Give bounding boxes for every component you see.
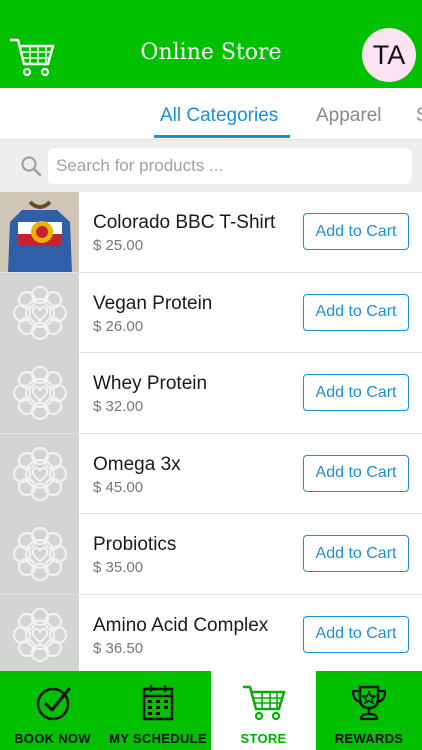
product-name: Omega 3x — [93, 453, 181, 475]
product-name: Amino Acid Complex — [93, 614, 269, 636]
product-image-t-shirt — [0, 192, 79, 272]
tab-label: MY SCHEDULE — [109, 731, 207, 746]
active-tab-indicator — [154, 135, 290, 138]
tab-label: REWARDS — [334, 731, 404, 746]
tab-label: STORE — [240, 731, 287, 746]
product-placeholder-icon — [0, 594, 79, 675]
add-to-cart-button[interactable]: Add to Cart — [303, 454, 409, 492]
add-to-cart-button[interactable]: Add to Cart — [303, 293, 409, 331]
avatar[interactable]: TA — [362, 28, 416, 82]
tab-book-now[interactable]: BOOK NOW — [0, 671, 105, 750]
product-name: Probiotics — [93, 534, 177, 555]
product-price: $ 32.00 — [93, 398, 144, 415]
add-to-cart-button[interactable]: Add to Cart — [303, 535, 409, 572]
product-row[interactable]: Colorado BBC T-Shirt $ 25.00 Add to Cart — [0, 192, 422, 273]
product-placeholder-icon — [0, 272, 79, 353]
product-price: $ 26.00 — [93, 317, 144, 335]
product-list: Colorado BBC T-Shirt $ 25.00 Add to Cart… — [0, 192, 422, 675]
product-price: $ 36.50 — [93, 639, 144, 657]
product-price: $ 45.00 — [93, 478, 144, 496]
bottom-tab-bar: BOOK NOW MY SCHEDULE STORE REWARDS — [0, 671, 422, 750]
checkmark-circle-icon — [36, 687, 70, 721]
search-input[interactable] — [48, 148, 412, 184]
product-row[interactable]: Whey Protein $ 32.00 Add to Cart — [0, 353, 422, 434]
product-name: Whey Protein — [93, 373, 208, 394]
tab-my-schedule[interactable]: MY SCHEDULE — [105, 671, 211, 750]
calendar-icon — [142, 685, 174, 721]
add-to-cart-button[interactable]: Add to Cart — [303, 213, 409, 250]
app-header: Online Store TA — [0, 0, 422, 88]
trophy-icon — [351, 685, 387, 721]
shopping-cart-icon — [242, 685, 285, 721]
product-price: $ 35.00 — [93, 559, 144, 576]
add-to-cart-button[interactable]: Add to Cart — [303, 615, 409, 653]
tab-apparel[interactable]: Apparel — [316, 105, 382, 127]
product-price: $ 25.00 — [93, 237, 144, 254]
product-row[interactable]: Omega 3x $ 45.00 Add to Cart — [0, 433, 422, 514]
tab-partial[interactable]: S — [416, 105, 422, 127]
product-placeholder-icon — [0, 433, 79, 514]
tab-all-categories[interactable]: All Categories — [160, 105, 278, 127]
search-icon — [20, 155, 42, 177]
product-placeholder-icon — [0, 514, 79, 594]
category-tabs: All Categories Apparel S — [0, 88, 422, 140]
tab-label: BOOK NOW — [14, 731, 91, 746]
product-name: Vegan Protein — [93, 292, 213, 314]
page-title: Online Store — [140, 40, 282, 65]
product-row[interactable]: Amino Acid Complex $ 36.50 Add to Cart — [0, 594, 422, 675]
product-placeholder-icon — [0, 353, 79, 433]
tab-rewards[interactable]: REWARDS — [316, 671, 422, 750]
product-row[interactable]: Probiotics $ 35.00 Add to Cart — [0, 514, 422, 595]
add-to-cart-button[interactable]: Add to Cart — [303, 374, 409, 411]
product-row[interactable]: Vegan Protein $ 26.00 Add to Cart — [0, 272, 422, 353]
product-name: Colorado BBC T-Shirt — [93, 212, 276, 233]
tab-store[interactable]: STORE — [211, 671, 316, 750]
